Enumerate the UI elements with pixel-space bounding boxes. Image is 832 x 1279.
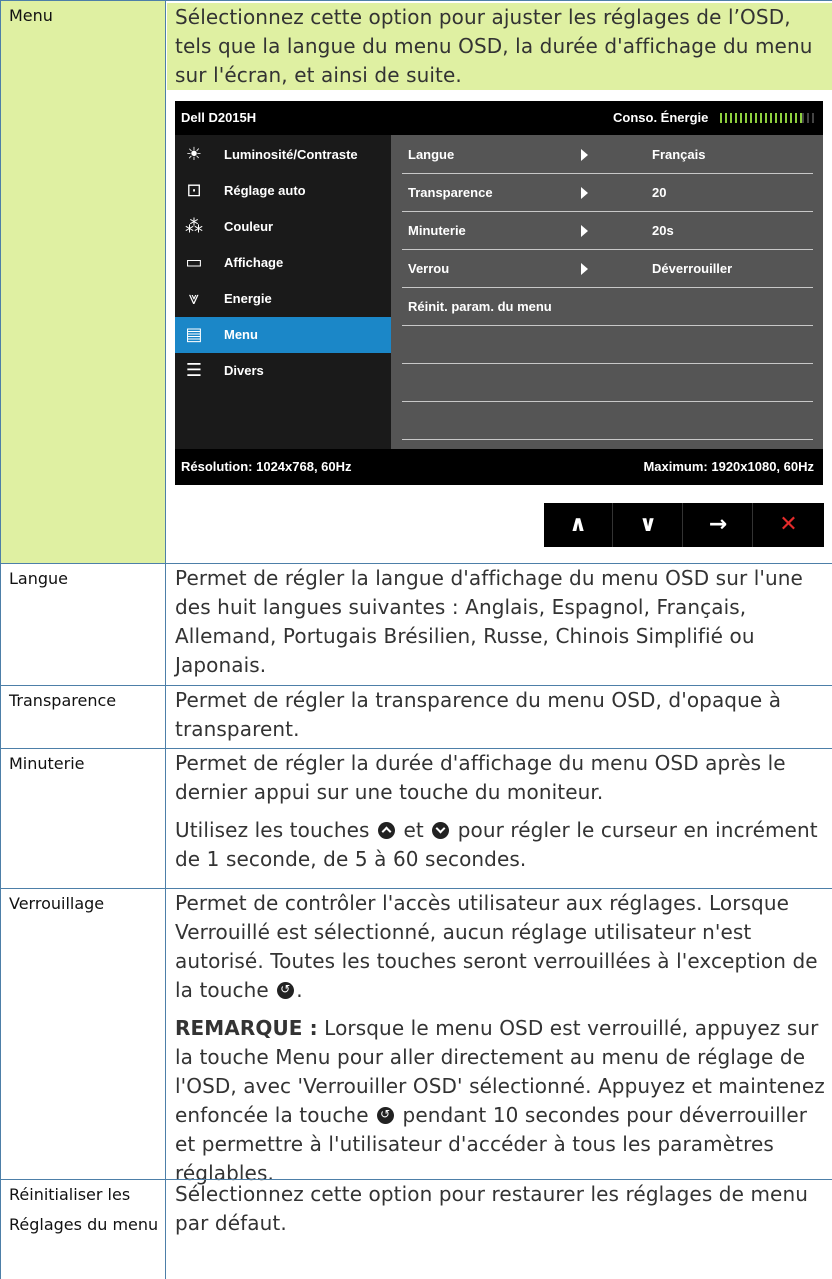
enter-button[interactable]: → [684,503,753,547]
table-row-langue: Langue Permet de régler la langue d'affi… [0,563,832,685]
osd-option-value: Français [652,147,706,162]
brightness-icon: ☀ [185,144,203,164]
osd-sidebar-label: Divers [224,363,264,378]
row-description: Permet de régler la transparence du menu… [175,686,832,744]
description-text-keys: Utilisez les touches et pour régler le c… [175,818,818,871]
description-text: Sélectionnez cette option pour ajuster l… [175,5,813,87]
osd-sidebar-label: Energie [224,291,272,306]
triangle-right-icon [581,263,588,275]
osd-sidebar-item[interactable]: ⊡ Réglage auto [175,173,391,209]
up-key-icon [377,822,395,839]
osd-option-row [402,402,813,440]
triangle-right-icon [581,187,588,199]
osd-option-row[interactable]: Réinit. param. du menu [402,288,813,326]
osd-option-value: 20s [652,223,674,238]
row-label: Verrouillage [0,889,166,1179]
description-text: Permet de régler la durée d'affichage du… [175,751,786,804]
osd-option-name: Réinit. param. du menu [408,299,552,314]
osd-option-name: Transparence [408,185,493,200]
osd-option-name: Langue [408,147,455,162]
osd-option-row [402,364,813,402]
osd-sidebar-label: Menu [224,327,258,342]
chevron-down-icon: ∨ [639,512,657,537]
down-key-icon [432,822,450,839]
osd-sidebar-item[interactable]: ⩔ Energie [175,281,391,317]
maximum-resolution: Maximum: 1920x1080, 60Hz [643,459,814,474]
energy-meter: Conso. Énergie [613,110,815,125]
osd-option-row [402,326,813,364]
row-description: Permet de régler la durée d'affichage du… [175,749,832,874]
down-button[interactable]: ∨ [614,503,683,547]
description-text: Sélectionnez cette option pour restaurer… [175,1182,808,1235]
monitor-button-bar: ∧ ∨ → ✕ [544,503,824,547]
osd-option-name: Minuterie [408,223,466,238]
others-icon: ☰ [185,360,203,380]
table-row-transparence: Transparence Permet de régler la transpa… [0,685,832,748]
auto-adjust-icon: ⊡ [186,180,202,200]
triangle-right-icon [581,225,588,237]
osd-option-value: Déverrouiller [652,261,733,276]
display-icon: ▭ [185,252,203,272]
osd-sidebar: ☀ Luminosité/Contraste ⊡ Réglage auto ⁂ Coule… [175,135,391,449]
osd-menu-screenshot: Dell D2015H Conso. Énergie ☀ Luminosité/C… [175,101,823,485]
color-icon: ⁂ [185,216,203,236]
table-row-verrouillage: Verrouillage Permet de contrôler l'accès… [0,888,832,1185]
row-label: Réinitialiser les Réglages du menu [0,1180,166,1279]
table-row-menu: Menu Sélectionnez cette option pour ajus… [0,0,832,563]
current-resolution: Résolution: 1024x768, 60Hz [181,459,352,474]
energy-label: Conso. Énergie [613,110,709,125]
back-key-icon [277,981,295,999]
table-row-reinitialiser: Réinitialiser les Réglages du menu Sélec… [0,1179,832,1279]
table-row-minuterie: Minuterie Permet de régler la durée d'af… [0,748,832,888]
osd-sidebar-label: Luminosité/Contraste [224,147,358,162]
osd-sidebar-item[interactable]: ▤ Menu [175,317,391,353]
exit-button[interactable]: ✕ [754,503,823,547]
row-description: Sélectionnez cette option pour restaurer… [175,1180,832,1238]
description-text: Permet de contrôler l'accès utilisateur … [175,889,832,1005]
back-key-icon [377,1106,395,1124]
osd-sidebar-item[interactable]: ☰ Divers [175,353,391,389]
row-description: Permet de contrôler l'accès utilisateur … [175,889,832,1188]
energy-icon: ⩔ [188,288,200,308]
row-description: Sélectionnez cette option pour ajuster l… [167,3,832,90]
osd-option-row[interactable]: Transparence 20 [402,174,813,212]
description-text: Permet de régler la transparence du menu… [175,688,782,741]
osd-option-value: 20 [652,185,667,200]
chevron-up-icon: ∧ [569,512,587,537]
row-label: Transparence [0,686,166,748]
row-label: Langue [0,564,166,685]
description-text: Permet de régler la langue d'affichage d… [175,566,803,677]
osd-sidebar-item[interactable]: ⁂ Couleur [175,209,391,245]
row-label: Menu [0,1,166,563]
osd-option-row[interactable]: Minuterie 20s [402,212,813,250]
osd-option-row[interactable]: Langue Français [402,136,813,174]
note-text: REMARQUE : Lorsque le menu OSD est verro… [175,1014,832,1188]
osd-sidebar-label: Couleur [224,219,274,234]
osd-options-panel: Langue Français Transparence 20 Minuterie 20s… [391,135,823,449]
row-description: Permet de régler la langue d'affichage d… [175,564,832,680]
osd-sidebar-item[interactable]: ☀ Luminosité/Contraste [175,137,391,173]
osd-model-title: Dell D2015H [181,110,257,125]
close-icon: ✕ [779,512,798,537]
arrow-right-icon: → [708,512,728,537]
up-button[interactable]: ∧ [544,503,613,547]
osd-sidebar-label: Réglage auto [224,183,306,198]
osd-sidebar-item[interactable]: ▭ Affichage [175,245,391,281]
row-label: Minuterie [0,749,166,888]
osd-option-row[interactable]: Verrou Déverrouiller [402,250,813,288]
energy-level-bar [720,113,815,123]
osd-sidebar-label: Affichage [224,255,284,270]
menu-icon: ▤ [185,324,203,344]
triangle-right-icon [581,149,588,161]
osd-option-name: Verrou [408,261,450,276]
